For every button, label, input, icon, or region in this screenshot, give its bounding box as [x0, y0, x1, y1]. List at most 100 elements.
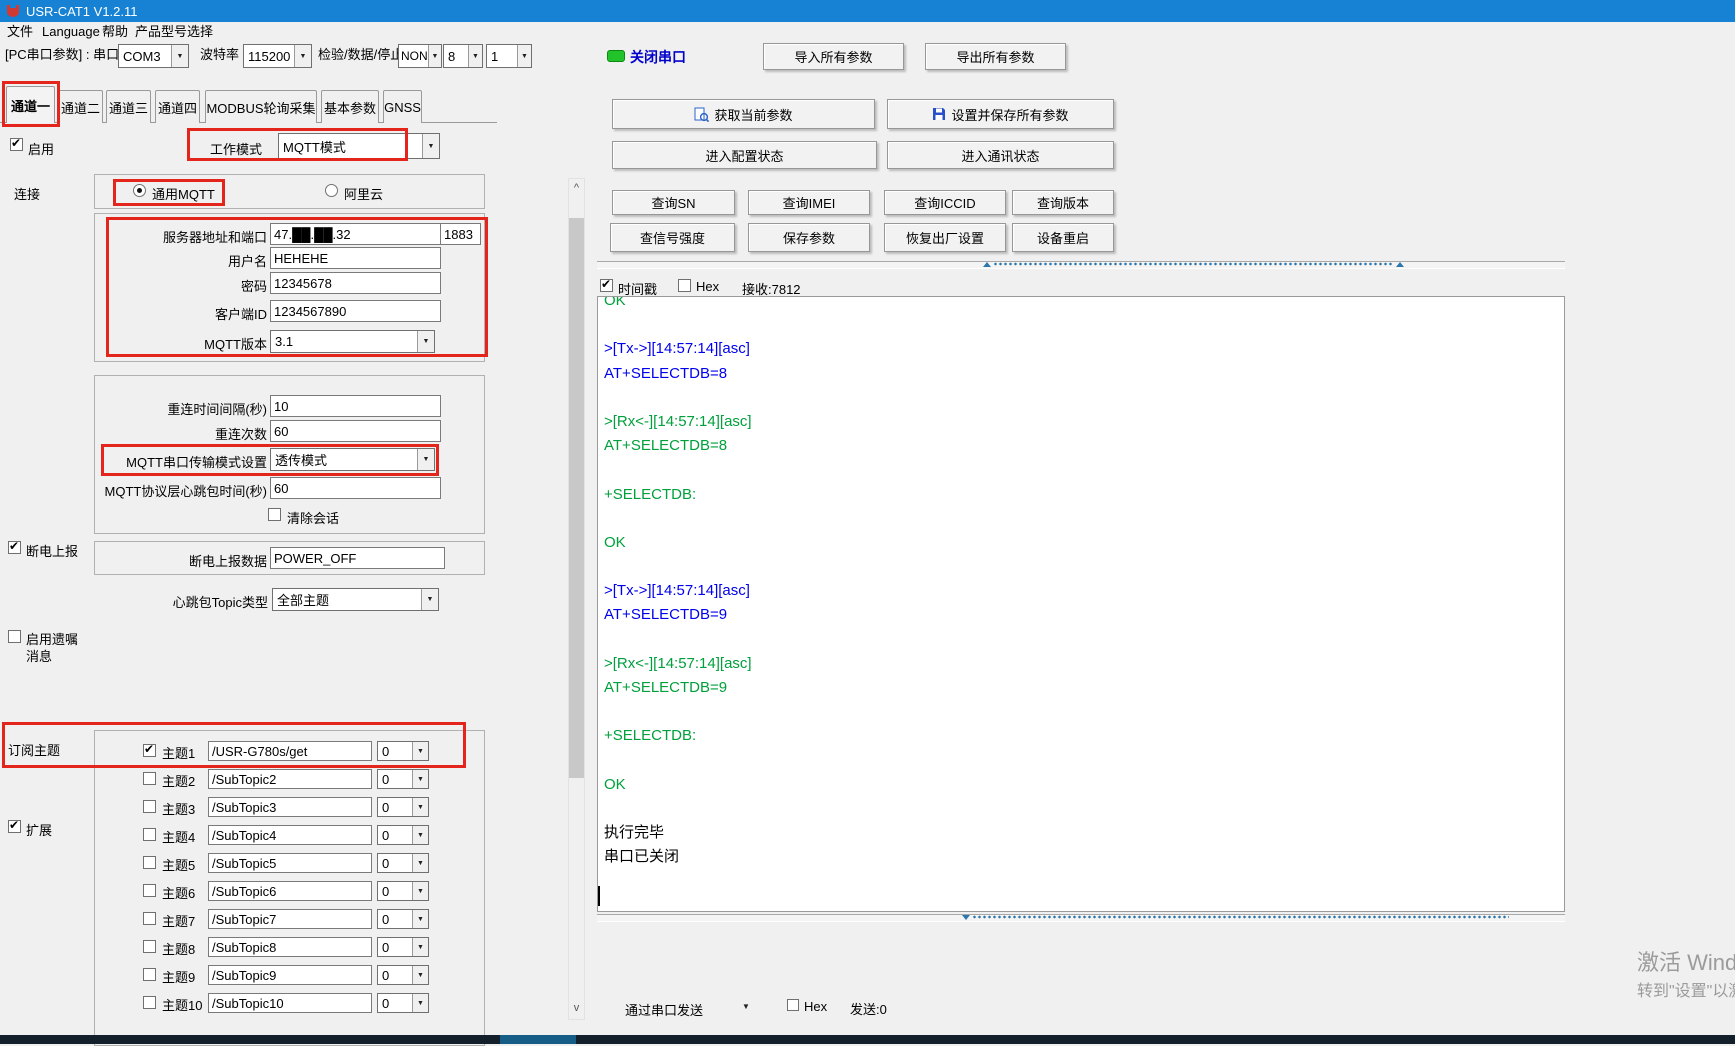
reconn-interval-input[interactable]: 10 [270, 395, 441, 417]
topic-checkbox[interactable] [143, 940, 156, 953]
aliyun-radio[interactable] [325, 184, 338, 197]
topic-input[interactable]: /SubTopic8 [208, 937, 372, 957]
topic-checkbox[interactable] [143, 828, 156, 841]
reconn-times-input[interactable]: 60 [270, 420, 441, 442]
topic-input[interactable]: /SubTopic7 [208, 909, 372, 929]
topic-checkbox[interactable] [143, 996, 156, 1009]
topic-qos-select[interactable]: 0▼ [377, 937, 429, 957]
set-save-params-button[interactable]: 设置并保存所有参数 [887, 99, 1114, 129]
scrollbar-dotted-thumb[interactable] [993, 261, 1393, 267]
server-address-input[interactable]: 47.██.██.32 [270, 223, 441, 245]
import-params-button[interactable]: 导入所有参数 [763, 43, 904, 70]
username-label: 用户名 [100, 251, 267, 270]
password-input[interactable]: 12345678 [270, 272, 441, 294]
topic-checkbox[interactable] [143, 884, 156, 897]
topic-input[interactable]: /SubTopic9 [208, 965, 372, 985]
baud-select[interactable]: 115200▼ [243, 44, 312, 68]
factory-reset-button[interactable]: 恢复出厂设置 [884, 223, 1006, 252]
query-sn-button[interactable]: 查询SN [612, 190, 735, 215]
will-message-checkbox[interactable] [8, 630, 21, 643]
mqtt-version-select[interactable]: 3.1▼ [270, 330, 435, 353]
keepalive-input[interactable]: 60 [270, 477, 441, 499]
username-input[interactable]: HEHEHE [270, 247, 441, 269]
scroll-down-icon[interactable]: v [569, 1002, 584, 1014]
send-via-serial-button[interactable]: 通过串口发送 [625, 1000, 703, 1019]
topic-input[interactable]: /SubTopic6 [208, 881, 372, 901]
query-imei-button[interactable]: 查询IMEI [748, 190, 870, 215]
power-data-label: 断电上报数据 [100, 551, 267, 570]
parity-select[interactable]: NONI▼ [398, 44, 442, 68]
export-params-button[interactable]: 导出所有参数 [925, 43, 1066, 70]
scrollbar-dotted-thumb[interactable] [972, 914, 1509, 920]
query-signal-button[interactable]: 查信号强度 [610, 223, 735, 252]
power-report-checkbox[interactable] [8, 541, 21, 554]
topic-input[interactable]: /SubTopic10 [208, 993, 372, 1013]
tab-channel-2[interactable]: 通道二 [58, 90, 103, 123]
databits-select[interactable]: 8▼ [443, 44, 483, 68]
log-line [604, 458, 1544, 482]
menu-file[interactable]: 文件 [5, 22, 35, 42]
tab-channel-1[interactable]: 通道一 [6, 86, 55, 123]
scroll-up-icon[interactable]: ^ [569, 182, 584, 194]
topic-qos-select[interactable]: 0▼ [377, 769, 429, 789]
server-port-input[interactable]: 1883 [440, 223, 481, 245]
get-params-button[interactable]: 获取当前参数 [612, 99, 875, 129]
scroll-marker-icon [983, 262, 991, 267]
tab-channel-4[interactable]: 通道四 [155, 90, 200, 123]
reboot-button[interactable]: 设备重启 [1012, 223, 1114, 252]
topic-checkbox[interactable] [143, 772, 156, 785]
topic-checkbox[interactable] [143, 800, 156, 813]
topic-input[interactable]: /USR-G780s/get [208, 741, 372, 761]
hex-display-checkbox[interactable] [678, 279, 691, 292]
taskbar-active-app[interactable] [500, 1035, 576, 1044]
topic-qos-select[interactable]: 0▼ [377, 741, 429, 761]
topic-checkbox[interactable] [143, 856, 156, 869]
heartbeat-topic-select[interactable]: 全部主题▼ [272, 588, 439, 611]
chevron-down-icon[interactable]: ▼ [742, 1002, 750, 1011]
topic-checkbox[interactable] [143, 744, 156, 757]
menu-product-model[interactable]: 产品型号选择 [133, 22, 215, 42]
clean-session-checkbox[interactable] [268, 508, 281, 521]
generic-mqtt-radio[interactable] [133, 184, 146, 197]
log-textarea[interactable]: OK >[Tx->][14:57:14][asc]AT+SELECTDB=8 >… [597, 296, 1565, 912]
taskbar[interactable] [0, 1035, 1735, 1044]
topic-input[interactable]: /SubTopic4 [208, 825, 372, 845]
extend-checkbox[interactable] [8, 820, 21, 833]
trans-mode-select[interactable]: 透传模式▼ [270, 448, 435, 471]
topic-qos-select[interactable]: 0▼ [377, 825, 429, 845]
tab-channel-3[interactable]: 通道三 [106, 90, 151, 123]
stopbits-select[interactable]: 1▼ [486, 44, 532, 68]
topic-input[interactable]: /SubTopic5 [208, 853, 372, 873]
timestamp-checkbox[interactable] [600, 279, 613, 292]
topic-qos-select[interactable]: 0▼ [377, 881, 429, 901]
query-iccid-button[interactable]: 查询ICCID [884, 190, 1006, 215]
chevron-down-icon: ▼ [417, 449, 434, 470]
tab-gnss[interactable]: GNSS [383, 90, 422, 123]
topic-input[interactable]: /SubTopic2 [208, 769, 372, 789]
topic-qos-select[interactable]: 0▼ [377, 797, 429, 817]
power-data-input[interactable]: POWER_OFF [270, 547, 445, 569]
enable-checkbox[interactable] [10, 138, 23, 151]
scrollbar-thumb[interactable] [569, 218, 584, 778]
enter-config-button[interactable]: 进入配置状态 [612, 141, 877, 169]
query-version-button[interactable]: 查询版本 [1012, 190, 1114, 215]
topic-qos-select[interactable]: 0▼ [377, 965, 429, 985]
topic-qos-select[interactable]: 0▼ [377, 993, 429, 1013]
tab-basic-params[interactable]: 基本参数 [321, 90, 379, 123]
topic-qos-select[interactable]: 0▼ [377, 853, 429, 873]
topic-checkbox[interactable] [143, 968, 156, 981]
topic-qos-select[interactable]: 0▼ [377, 909, 429, 929]
menu-language[interactable]: Language [40, 22, 102, 42]
menu-help[interactable]: 帮助 [100, 22, 130, 42]
enter-comm-button[interactable]: 进入通讯状态 [887, 141, 1114, 169]
left-panel-scrollbar[interactable]: ^ v [568, 178, 585, 1020]
clientid-input[interactable]: 1234567890 [270, 300, 441, 322]
topic-input[interactable]: /SubTopic3 [208, 797, 372, 817]
close-port-button[interactable]: 关闭串口 [630, 47, 686, 67]
work-mode-select[interactable]: MQTT模式▼ [278, 133, 440, 159]
hex-send-checkbox[interactable] [787, 999, 799, 1011]
tab-modbus[interactable]: MODBUS轮询采集 [205, 90, 317, 123]
topic-checkbox[interactable] [143, 912, 156, 925]
com-port-select[interactable]: COM3▼ [118, 44, 189, 68]
save-params-button[interactable]: 保存参数 [748, 223, 870, 252]
